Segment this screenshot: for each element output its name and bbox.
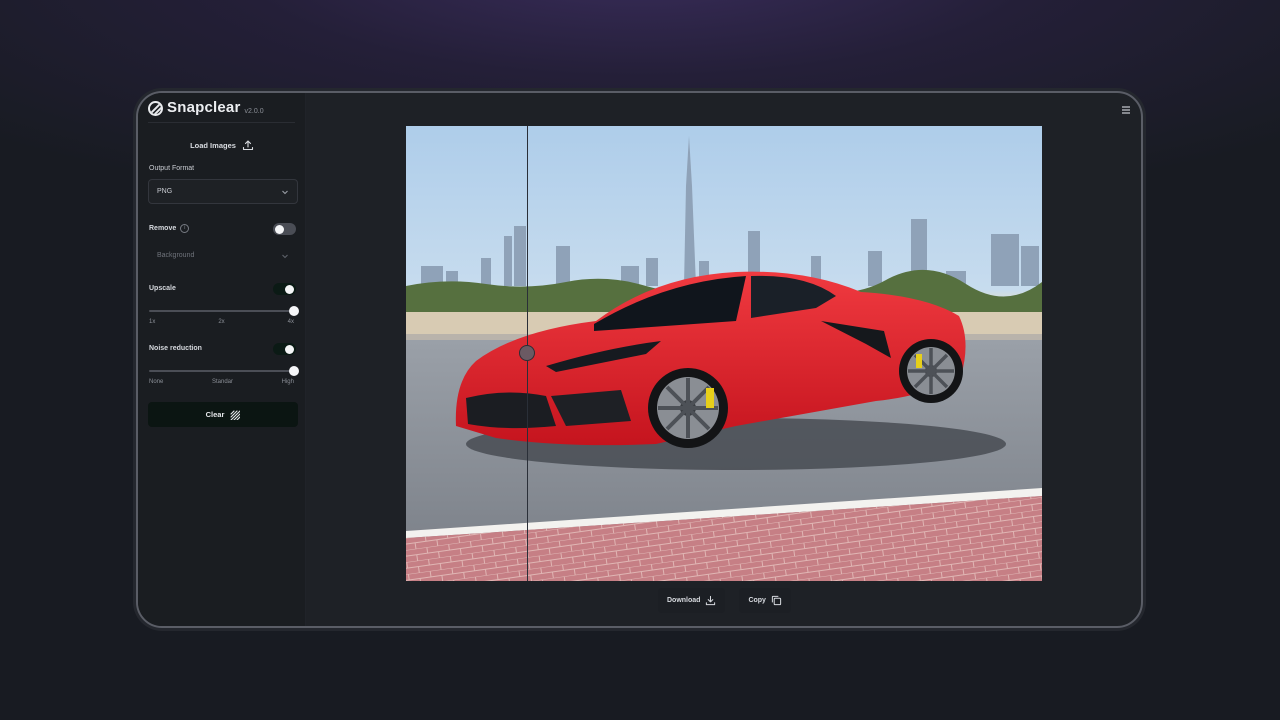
upscale-toggle[interactable] <box>273 283 296 295</box>
upscale-slider[interactable] <box>149 306 299 316</box>
load-images-label: Load Images <box>190 140 236 150</box>
remove-target-value: Background <box>157 252 195 259</box>
toggle-knob <box>275 224 284 234</box>
preview-image <box>406 136 1042 581</box>
info-icon[interactable]: i <box>180 224 190 233</box>
chevron-down-icon <box>282 190 288 194</box>
noise-ticks: None Standar High <box>149 379 294 385</box>
clear-button[interactable]: Clear <box>148 402 298 427</box>
download-icon <box>706 595 716 606</box>
remove-row: Remove i <box>149 224 190 233</box>
app-window: Snapclear v2.0.0 Load Images Output Form… <box>136 91 1143 628</box>
output-format-label: Output Format <box>149 165 195 172</box>
output-format-select[interactable]: PNG <box>148 179 298 204</box>
remove-label: Remove <box>149 225 177 232</box>
menu-icon[interactable] <box>1121 105 1131 115</box>
output-format-value: PNG <box>157 188 173 195</box>
copy-button[interactable]: Copy <box>739 588 791 613</box>
clear-label: Clear <box>205 410 225 419</box>
brand-logo-icon <box>148 101 163 116</box>
divider <box>148 122 295 123</box>
tick-label: 1x <box>149 319 156 325</box>
upload-icon <box>242 140 253 151</box>
slider-thumb[interactable] <box>289 366 299 376</box>
toggle-knob <box>285 344 294 354</box>
slider-track <box>149 370 294 372</box>
image-preview[interactable] <box>406 126 1042 581</box>
noise-slider[interactable] <box>149 366 299 376</box>
remove-target-select[interactable]: Background <box>148 243 298 268</box>
tick-label: Standar <box>211 379 233 385</box>
upscale-label: Upscale <box>149 285 176 292</box>
sidebar: Snapclear v2.0.0 Load Images Output Form… <box>138 93 306 626</box>
brand: Snapclear v2.0.0 <box>148 100 264 116</box>
slider-thumb[interactable] <box>289 306 299 316</box>
remove-toggle[interactable] <box>273 223 296 235</box>
noise-toggle[interactable] <box>273 343 296 355</box>
brand-name: Snapclear <box>167 99 241 116</box>
load-images-button[interactable]: Load Images <box>138 139 306 151</box>
upscale-row: Upscale <box>149 285 176 292</box>
chevron-down-icon <box>282 254 288 258</box>
upscale-ticks: 1x 2x 4x <box>149 319 294 325</box>
tick-label: None <box>149 379 164 385</box>
brand-version: v2.0.0 <box>244 108 264 115</box>
copy-label: Copy <box>748 597 766 604</box>
copy-icon <box>771 595 782 606</box>
export-actions: Download Copy <box>658 588 791 613</box>
hatch-icon <box>230 409 241 420</box>
download-label: Download <box>667 597 701 604</box>
tick-label: 4x <box>287 319 294 325</box>
compare-handle[interactable] <box>519 345 535 361</box>
slider-track <box>149 310 294 312</box>
noise-label: Noise reduction <box>149 345 202 352</box>
tick-label: High <box>281 379 294 385</box>
tick-label: 2x <box>218 319 225 325</box>
noise-row: Noise reduction <box>149 345 202 352</box>
toggle-knob <box>285 284 294 294</box>
download-button[interactable]: Download <box>658 588 726 613</box>
